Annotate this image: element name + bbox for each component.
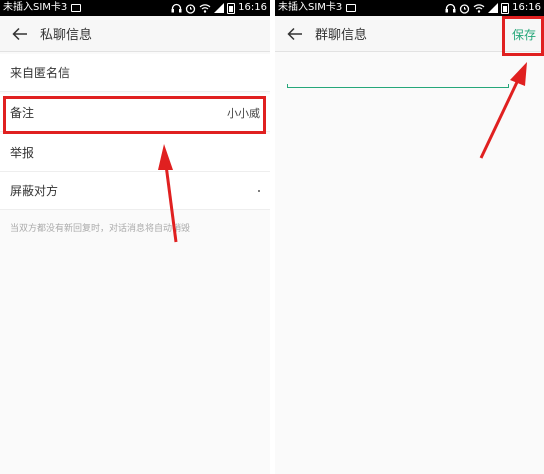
- group-chat-info-screen: 未插入SIM卡3 16:16 群聊信息 保存: [275, 0, 544, 474]
- red-arrow-annotation: [158, 144, 178, 243]
- private-chat-info-screen: 未插入SIM卡3 16:16 私聊信息 来自匿名信 备注 小小威 举报 屏蔽对方…: [0, 0, 270, 474]
- red-arrow-annotation: [479, 62, 527, 159]
